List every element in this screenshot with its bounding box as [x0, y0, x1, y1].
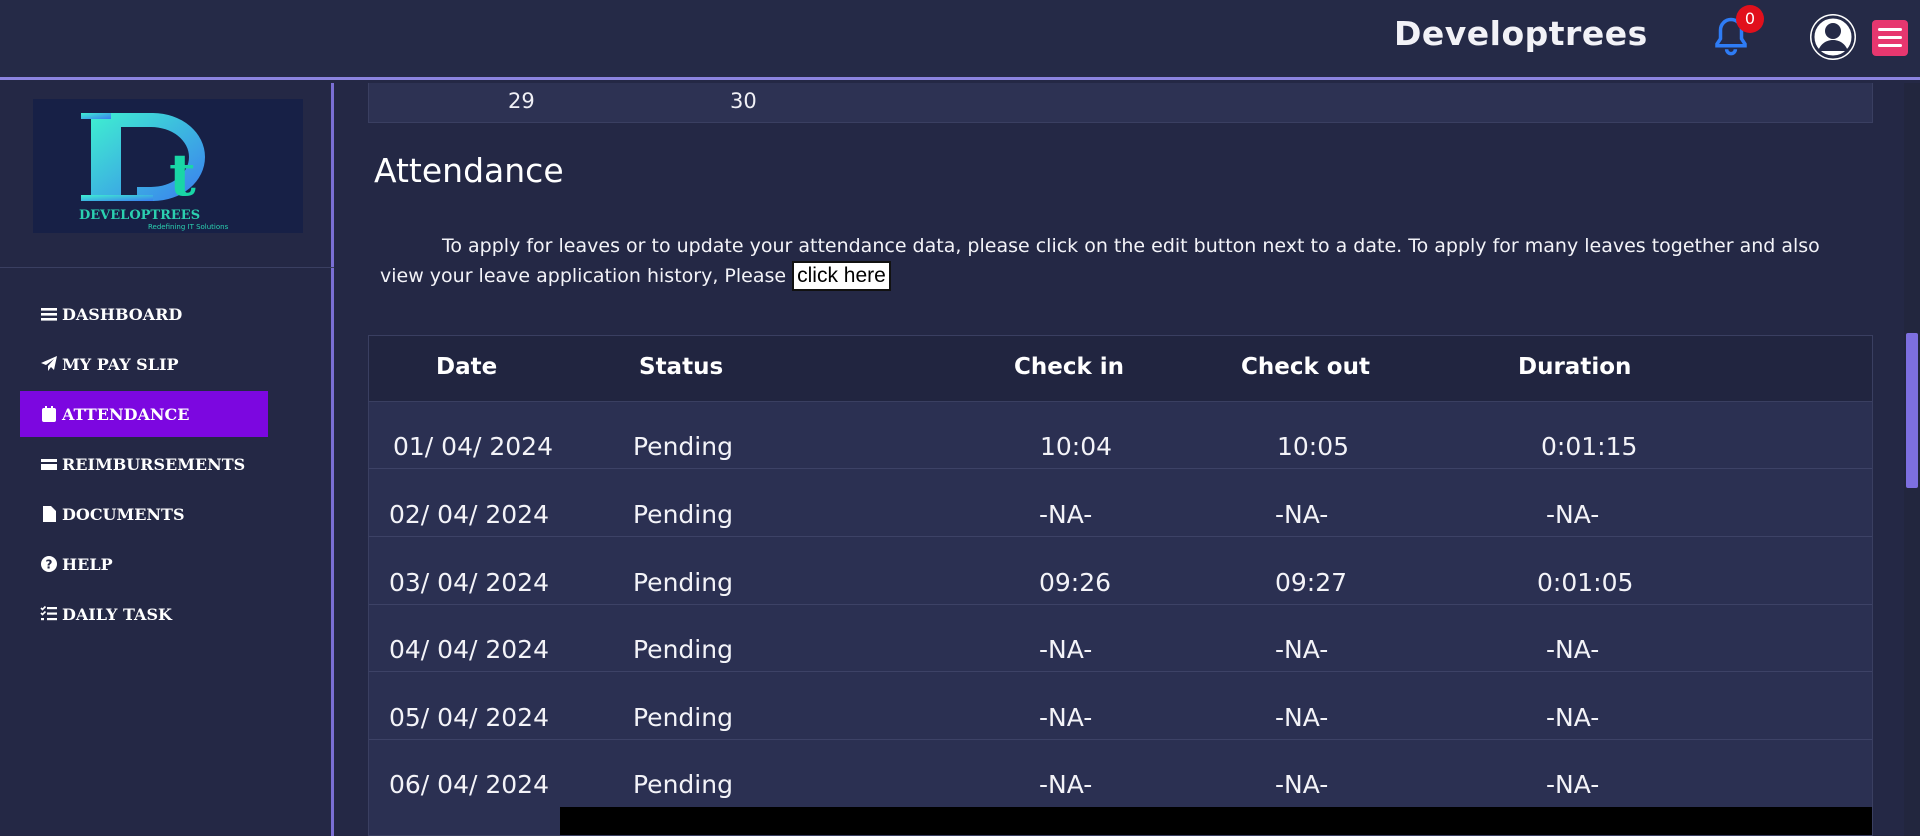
- user-avatar-icon[interactable]: [1810, 14, 1856, 60]
- sidebar-nav: DASHBOARD MY PAY SLIP ATTENDANCE REIMBUR…: [20, 291, 268, 641]
- svg-text:?: ?: [46, 558, 53, 572]
- calendar-icon: [42, 406, 56, 422]
- sidebar-item-daily-task[interactable]: DAILY TASK: [20, 591, 268, 637]
- cell-duration: 0:01:05: [1537, 568, 1634, 597]
- cell-status: Pending: [633, 703, 733, 732]
- bars-icon: [41, 308, 57, 321]
- svg-text:DEVELOPTREES: DEVELOPTREES: [79, 208, 200, 223]
- cell-check-in: -NA-: [1039, 703, 1093, 732]
- table-row[interactable]: 02/ 04/ 2024 Pending -NA- -NA- -NA-: [369, 470, 1872, 537]
- table-row[interactable]: 04/ 04/ 2024 Pending -NA- -NA- -NA-: [369, 605, 1872, 672]
- sidebar-divider: [0, 267, 334, 268]
- column-header-check-out: Check out: [1241, 354, 1370, 380]
- cell-duration: -NA-: [1546, 770, 1600, 799]
- cell-check-in: 09:26: [1039, 568, 1112, 597]
- cell-duration: -NA-: [1546, 703, 1600, 732]
- cell-check-out: 09:27: [1275, 568, 1348, 597]
- table-row[interactable]: 06/ 04/ 2024 Pending -NA- -NA- -NA-: [369, 740, 1872, 807]
- table-row[interactable]: 03/ 04/ 2024 Pending 09:26 09:27 0:01:05: [369, 538, 1872, 605]
- top-bar: Developtrees 0: [0, 0, 1920, 80]
- hamburger-line: [1878, 36, 1902, 39]
- cell-check-out: -NA-: [1275, 500, 1329, 529]
- developtrees-logo-icon: t DEVELOPTREES Redefining IT Solutions: [79, 113, 229, 231]
- cell-date: 04/ 04/ 2024: [389, 635, 549, 664]
- file-icon: [43, 506, 56, 522]
- attendance-table: Date Status Check in Check out Duration …: [368, 335, 1873, 836]
- sidebar-item-label: REIMBURSEMENTS: [62, 454, 246, 474]
- column-header-duration: Duration: [1518, 354, 1632, 380]
- hamburger-line: [1878, 28, 1902, 31]
- task-list-icon: [40, 605, 57, 621]
- brand-title: Developtrees: [1394, 14, 1648, 53]
- cell-status: Pending: [633, 568, 733, 597]
- cell-check-in: -NA-: [1039, 770, 1093, 799]
- credit-card-icon: [41, 459, 57, 470]
- cell-duration: -NA-: [1546, 635, 1600, 664]
- sidebar-item-label: DASHBOARD: [62, 304, 183, 324]
- svg-text:Redefining IT Solutions: Redefining IT Solutions: [148, 223, 229, 231]
- sidebar-item-dashboard[interactable]: DASHBOARD: [20, 291, 268, 337]
- table-row[interactable]: 05/ 04/ 2024 Pending -NA- -NA- -NA-: [369, 673, 1872, 740]
- cell-status: Pending: [633, 500, 733, 529]
- sidebar-item-reimbursements[interactable]: REIMBURSEMENTS: [20, 441, 268, 487]
- cell-duration: 0:01:15: [1541, 432, 1638, 461]
- table-row[interactable]: 01/ 04/ 2024 Pending 10:04 10:05 0:01:15: [369, 402, 1872, 469]
- sidebar-item-label: ATTENDANCE: [62, 404, 190, 424]
- sidebar-item-documents[interactable]: DOCUMENTS: [20, 491, 268, 537]
- cell-check-in: -NA-: [1039, 635, 1093, 664]
- cell-check-out: 10:05: [1277, 432, 1350, 461]
- click-here-link[interactable]: click here: [792, 261, 891, 291]
- cell-date: 01/ 04/ 2024: [393, 432, 553, 461]
- cell-check-in: -NA-: [1039, 500, 1093, 529]
- cell-date: 03/ 04/ 2024: [389, 568, 549, 597]
- cell-date: 05/ 04/ 2024: [389, 703, 549, 732]
- scrollbar-thumb[interactable]: [1906, 333, 1918, 488]
- attendance-info-text: To apply for leaves or to update your at…: [380, 231, 1865, 291]
- cell-status: Pending: [633, 635, 733, 664]
- cell-status: Pending: [633, 432, 733, 461]
- page-scrollbar[interactable]: [1904, 83, 1920, 836]
- page-title: Attendance: [374, 151, 564, 190]
- overlay-bar: [560, 807, 1872, 835]
- column-header-date: Date: [436, 354, 498, 380]
- table-header: Date Status Check in Check out Duration: [369, 336, 1872, 402]
- sidebar-item-label: HELP: [62, 554, 113, 574]
- info-message: To apply for leaves or to update your at…: [380, 235, 1820, 287]
- cell-check-in: 10:04: [1040, 432, 1113, 461]
- svg-text:t: t: [169, 141, 196, 209]
- cell-date: 02/ 04/ 2024: [389, 500, 549, 529]
- calendar-day[interactable]: 29: [508, 89, 535, 113]
- main-content: 29 30 Attendance To apply for leaves or …: [337, 83, 1897, 836]
- column-header-status: Status: [639, 354, 724, 380]
- cell-check-out: -NA-: [1275, 770, 1329, 799]
- cell-duration: -NA-: [1546, 500, 1600, 529]
- sidebar-item-label: DOCUMENTS: [62, 504, 185, 524]
- sidebar-item-label: DAILY TASK: [62, 604, 172, 624]
- cell-date: 06/ 04/ 2024: [389, 770, 549, 799]
- hamburger-menu-button[interactable]: [1872, 20, 1908, 56]
- notification-badge: 0: [1736, 5, 1764, 33]
- company-logo[interactable]: t DEVELOPTREES Redefining IT Solutions: [33, 99, 303, 233]
- calendar-day[interactable]: 30: [730, 89, 757, 113]
- sidebar-item-my-pay-slip[interactable]: MY PAY SLIP: [20, 341, 268, 387]
- sidebar: t DEVELOPTREES Redefining IT Solutions D…: [0, 83, 334, 836]
- cell-status: Pending: [633, 770, 733, 799]
- paper-plane-icon: [41, 356, 57, 371]
- sidebar-item-attendance[interactable]: ATTENDANCE: [20, 391, 268, 437]
- cell-check-out: -NA-: [1275, 703, 1329, 732]
- hamburger-line: [1878, 44, 1902, 47]
- sidebar-item-help[interactable]: ? HELP: [20, 541, 268, 587]
- calendar-strip: 29 30: [368, 83, 1873, 123]
- sidebar-item-label: MY PAY SLIP: [62, 354, 179, 374]
- cell-check-out: -NA-: [1275, 635, 1329, 664]
- column-header-check-in: Check in: [1014, 354, 1125, 380]
- question-circle-icon: ?: [41, 556, 57, 572]
